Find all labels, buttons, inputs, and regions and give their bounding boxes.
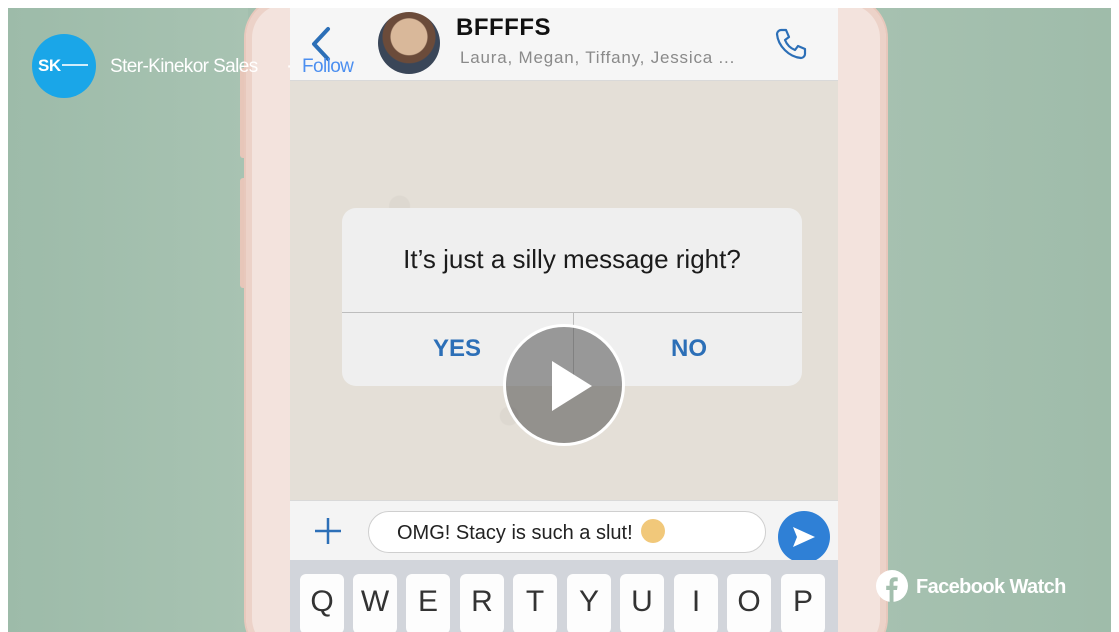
send-button — [778, 511, 830, 563]
background-right — [878, 8, 1111, 632]
key: P — [781, 574, 825, 632]
key: Y — [567, 574, 611, 632]
key: U — [620, 574, 664, 632]
facebook-icon — [876, 570, 908, 602]
page-logo-mark — [62, 64, 88, 66]
page-logo-text: SK — [38, 56, 61, 75]
key: I — [674, 574, 718, 632]
phone-screen: BFFFFS Laura, Megan, Tiffany, Jessica ..… — [290, 8, 838, 632]
message-text: OMG! Stacy is such a slut! — [397, 522, 633, 544]
page-avatar[interactable]: SK — [32, 34, 96, 98]
call-icon — [775, 28, 807, 60]
play-button[interactable] — [503, 324, 625, 446]
message-input-bar: OMG! Stacy is such a slut! — [290, 500, 838, 563]
follow-button[interactable]: Follow — [302, 56, 354, 78]
key: E — [406, 574, 450, 632]
key: W — [353, 574, 397, 632]
chat-header: BFFFFS Laura, Megan, Tiffany, Jessica ..… — [290, 8, 838, 81]
plus-icon — [315, 518, 341, 544]
video-player[interactable]: BFFFFS Laura, Megan, Tiffany, Jessica ..… — [8, 8, 1111, 632]
key: Q — [300, 574, 344, 632]
key: T — [513, 574, 557, 632]
group-name: BFFFFS — [456, 14, 551, 41]
facebook-watch-label: Facebook Watch — [916, 576, 1066, 598]
page-name-link[interactable]: Ster-Kinekor Sales — [110, 56, 258, 78]
keyboard: Q W E R T Y U I O P — [290, 560, 838, 632]
key: R — [460, 574, 504, 632]
group-members: Laura, Megan, Tiffany, Jessica ... — [460, 48, 736, 67]
group-avatar — [378, 12, 440, 74]
play-icon — [552, 361, 592, 411]
message-field: OMG! Stacy is such a slut! — [368, 511, 766, 553]
separator-dot: · — [286, 56, 293, 77]
dialog-message: It’s just a silly message right? — [403, 244, 741, 274]
key: O — [727, 574, 771, 632]
emoji-icon — [640, 519, 665, 543]
background-left — [8, 8, 248, 632]
send-icon — [793, 527, 815, 547]
